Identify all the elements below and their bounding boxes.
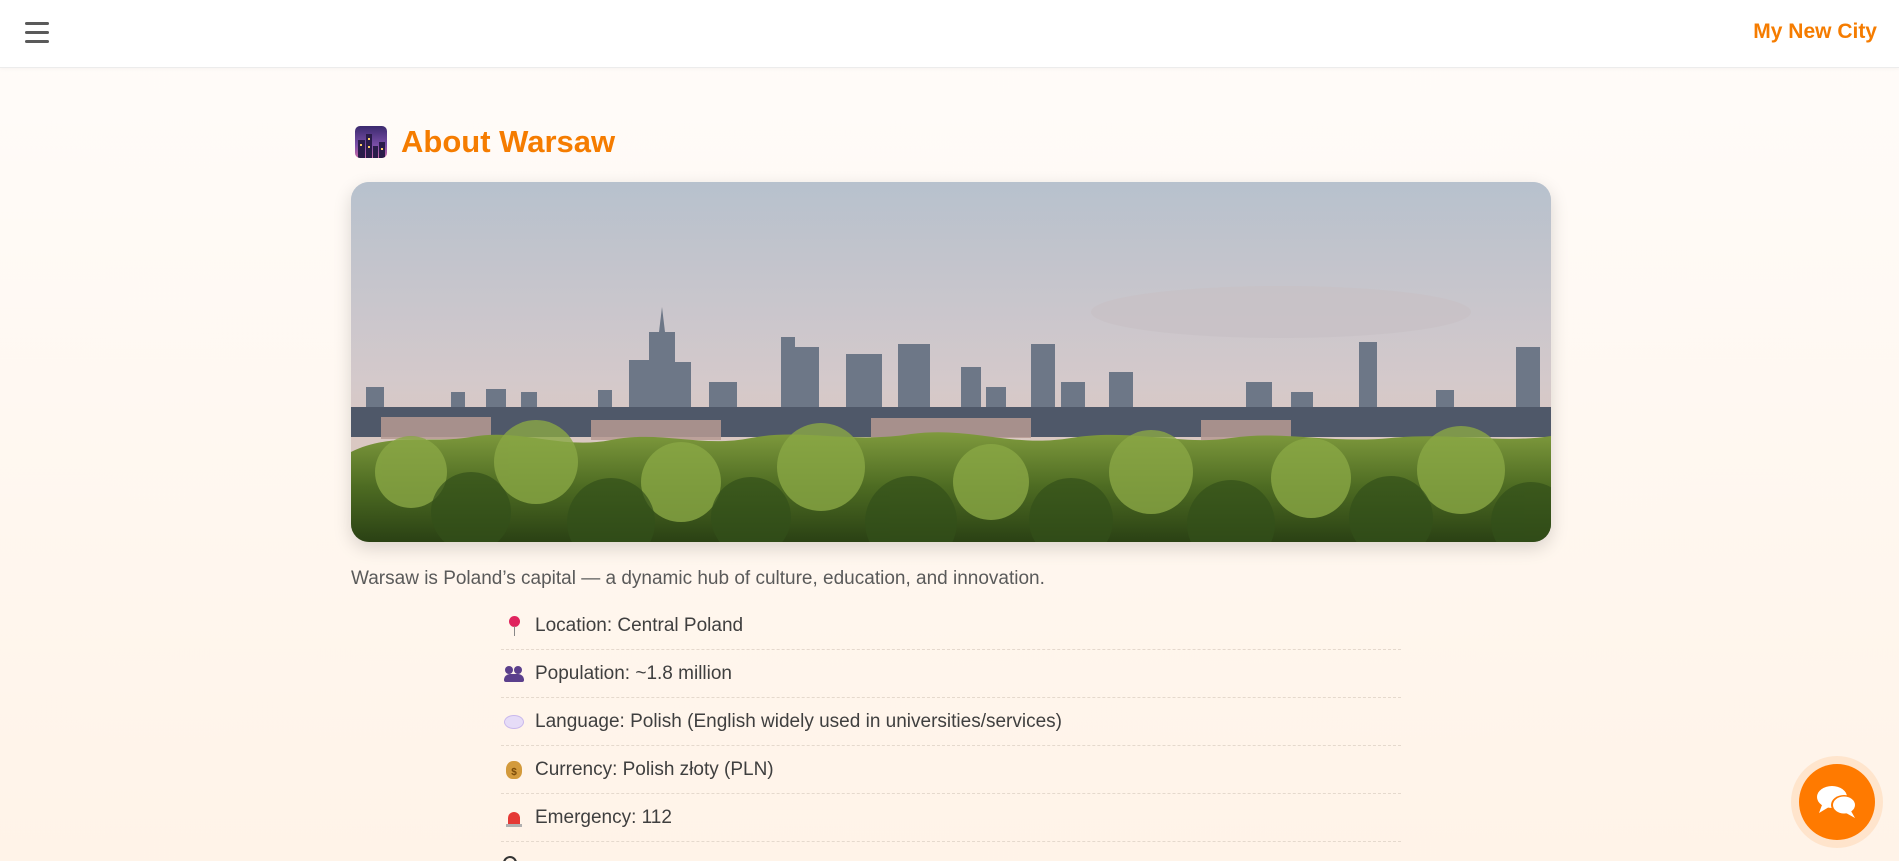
page-title: About Warsaw: [401, 124, 616, 159]
hero-image-warsaw-skyline: [351, 182, 1551, 542]
fact-text: Language: Polish (English widely used in…: [535, 710, 1062, 732]
chat-bubbles-icon: [1817, 786, 1857, 818]
fact-language: Language: Polish (English widely used in…: [501, 698, 1401, 746]
menu-line: [25, 31, 49, 34]
fact-population: Population: ~1.8 million: [501, 650, 1401, 698]
night-city-icon: [355, 126, 387, 158]
money-bag-icon: $: [503, 759, 525, 781]
top-bar: My New City: [0, 0, 1899, 68]
fact-text: Currency: Polish złoty (PLN): [535, 758, 774, 780]
facts-list: Location: Central Poland Population: ~1.…: [501, 602, 1401, 842]
clock-icon: [503, 856, 517, 861]
speech-bubble-icon: [503, 711, 525, 733]
round-pushpin-icon: [503, 615, 525, 637]
fact-text: Location: Central Poland: [535, 614, 744, 636]
menu-line: [25, 22, 49, 25]
brand-link[interactable]: My New City: [1753, 20, 1877, 44]
fact-text: Population: ~1.8 million: [535, 662, 732, 684]
hamburger-menu-icon[interactable]: [22, 19, 52, 47]
people-icon: [503, 663, 525, 685]
fact-emergency: Emergency: 112: [501, 794, 1401, 842]
chat-button[interactable]: [1799, 764, 1875, 840]
fact-text: Emergency: 112: [535, 806, 672, 828]
siren-icon: [503, 807, 525, 829]
page-heading: About Warsaw: [351, 120, 1551, 164]
main-content: About Warsaw Warsaw is Poland’s capital …: [351, 120, 1551, 842]
menu-line: [25, 40, 49, 43]
fact-location: Location: Central Poland: [501, 602, 1401, 650]
intro-text: Warsaw is Poland’s capital — a dynamic h…: [351, 568, 1045, 589]
fact-currency: $ Currency: Polish złoty (PLN): [501, 746, 1401, 794]
